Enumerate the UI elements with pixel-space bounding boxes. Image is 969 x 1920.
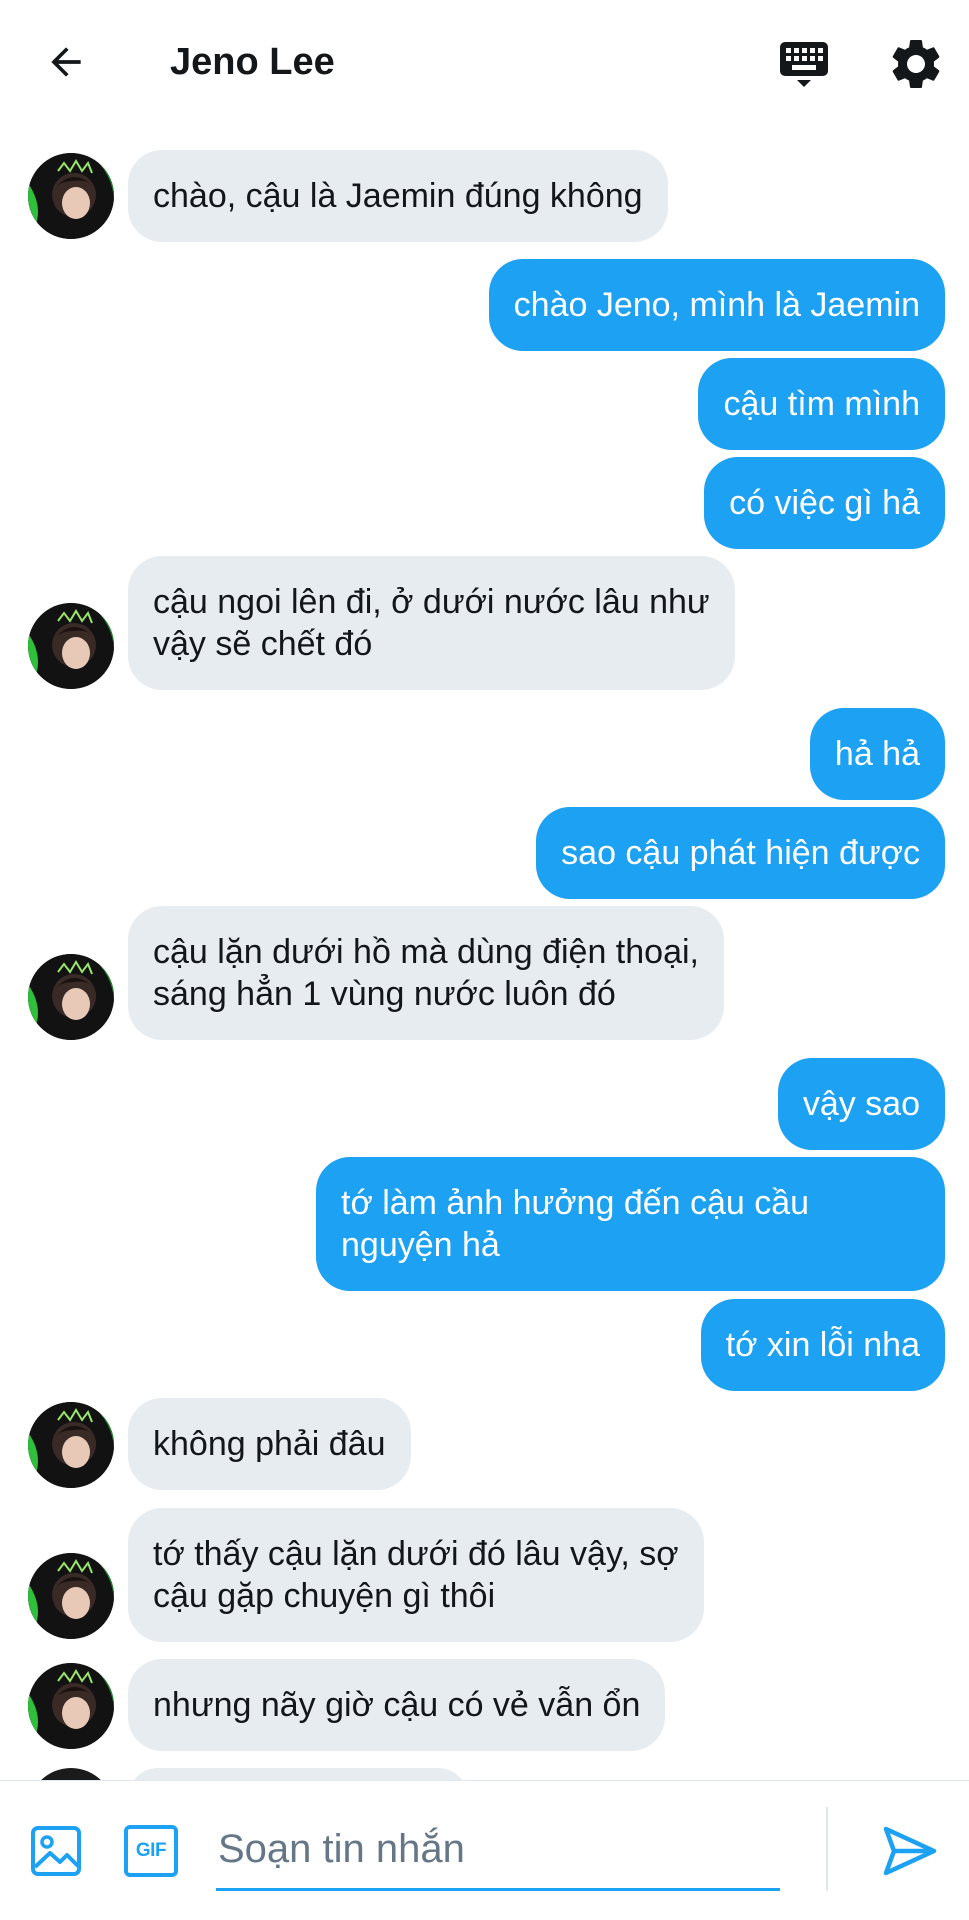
outgoing-message[interactable]: vậy sao	[777, 1058, 945, 1150]
outgoing-message[interactable]: tớ xin lỗi nha	[700, 1299, 945, 1391]
avatar[interactable]	[28, 153, 114, 239]
message-input[interactable]	[216, 1811, 780, 1887]
outgoing-message[interactable]: sao cậu phát hiện được	[536, 807, 945, 899]
outgoing-message[interactable]: hả hả	[809, 708, 945, 800]
contact-photo	[28, 1553, 114, 1639]
incoming-message-partial[interactable]	[128, 1768, 468, 1780]
message-line: tớ thấy cậu lặn dưới đó lâu vậy, sợ	[153, 1535, 679, 1573]
message-line: vậy sẽ chết đó	[153, 625, 373, 663]
back-button[interactable]	[38, 34, 94, 90]
contact-photo	[28, 1663, 114, 1749]
gear-icon	[892, 39, 940, 88]
message-input-wrapper	[216, 1811, 780, 1891]
avatar[interactable]	[28, 603, 114, 689]
message-line: cậu ngoi lên đi, ở dưới nước lâu như	[153, 583, 710, 621]
message-line: tớ làm ảnh hưởng đến cậu cầu	[341, 1184, 810, 1222]
outgoing-message[interactable]: có việc gì hả	[704, 457, 945, 549]
send-icon	[883, 1826, 937, 1876]
settings-button[interactable]	[886, 34, 946, 94]
incoming-message[interactable]: tớ thấy cậu lặn dưới đó lâu vậy, sợ cậu …	[128, 1508, 704, 1642]
incoming-message[interactable]: cậu ngoi lên đi, ở dưới nước lâu như vậy…	[128, 556, 735, 690]
avatar[interactable]	[28, 1663, 114, 1749]
gif-button[interactable]: GIF	[124, 1825, 178, 1877]
message-line: nguyện hả	[341, 1226, 500, 1264]
avatar[interactable]	[28, 954, 114, 1040]
arrow-left-icon	[51, 47, 81, 77]
conversation-title: Jeno Lee	[170, 41, 335, 83]
send-button[interactable]	[880, 1821, 940, 1881]
message-composer: GIF	[0, 1780, 969, 1920]
avatar[interactable]	[28, 1768, 114, 1780]
incoming-message[interactable]: cậu lặn dưới hồ mà dùng điện thoại, sáng…	[128, 906, 724, 1040]
outgoing-message[interactable]: chào Jeno, mình là Jaemin	[488, 259, 945, 351]
message-line: cậu lặn dưới hồ mà dùng điện thoại,	[153, 933, 699, 971]
message-line: sáng hẳn 1 vùng nước luôn đó	[153, 975, 616, 1013]
gif-icon: GIF	[135, 1840, 167, 1861]
image-icon	[31, 1826, 81, 1876]
incoming-message[interactable]: chào, cậu là Jaemin đúng không	[128, 150, 668, 242]
message-line: cậu gặp chuyện gì thôi	[153, 1577, 496, 1615]
keyboard-icon	[780, 42, 828, 87]
divider	[826, 1807, 828, 1891]
contact-photo	[28, 603, 114, 689]
add-image-button[interactable]	[30, 1825, 82, 1877]
chat-header: Jeno Lee	[0, 0, 969, 128]
avatar[interactable]	[28, 1402, 114, 1488]
contact-photo	[28, 153, 114, 239]
incoming-message[interactable]: nhưng nãy giờ cậu có vẻ vẫn ổn	[128, 1659, 666, 1751]
outgoing-message[interactable]: cậu tìm mình	[698, 358, 945, 450]
keyboard-shortcuts-button[interactable]	[776, 36, 832, 92]
contact-photo	[28, 1402, 114, 1488]
avatar[interactable]	[28, 1553, 114, 1639]
contact-photo	[28, 954, 114, 1040]
outgoing-message[interactable]: tớ làm ảnh hưởng đến cậu cầu nguyện hả	[316, 1157, 945, 1291]
incoming-message[interactable]: không phải đâu	[128, 1398, 411, 1490]
message-list[interactable]: chào, cậu là Jaemin đúng không chào Jeno…	[0, 128, 969, 1780]
